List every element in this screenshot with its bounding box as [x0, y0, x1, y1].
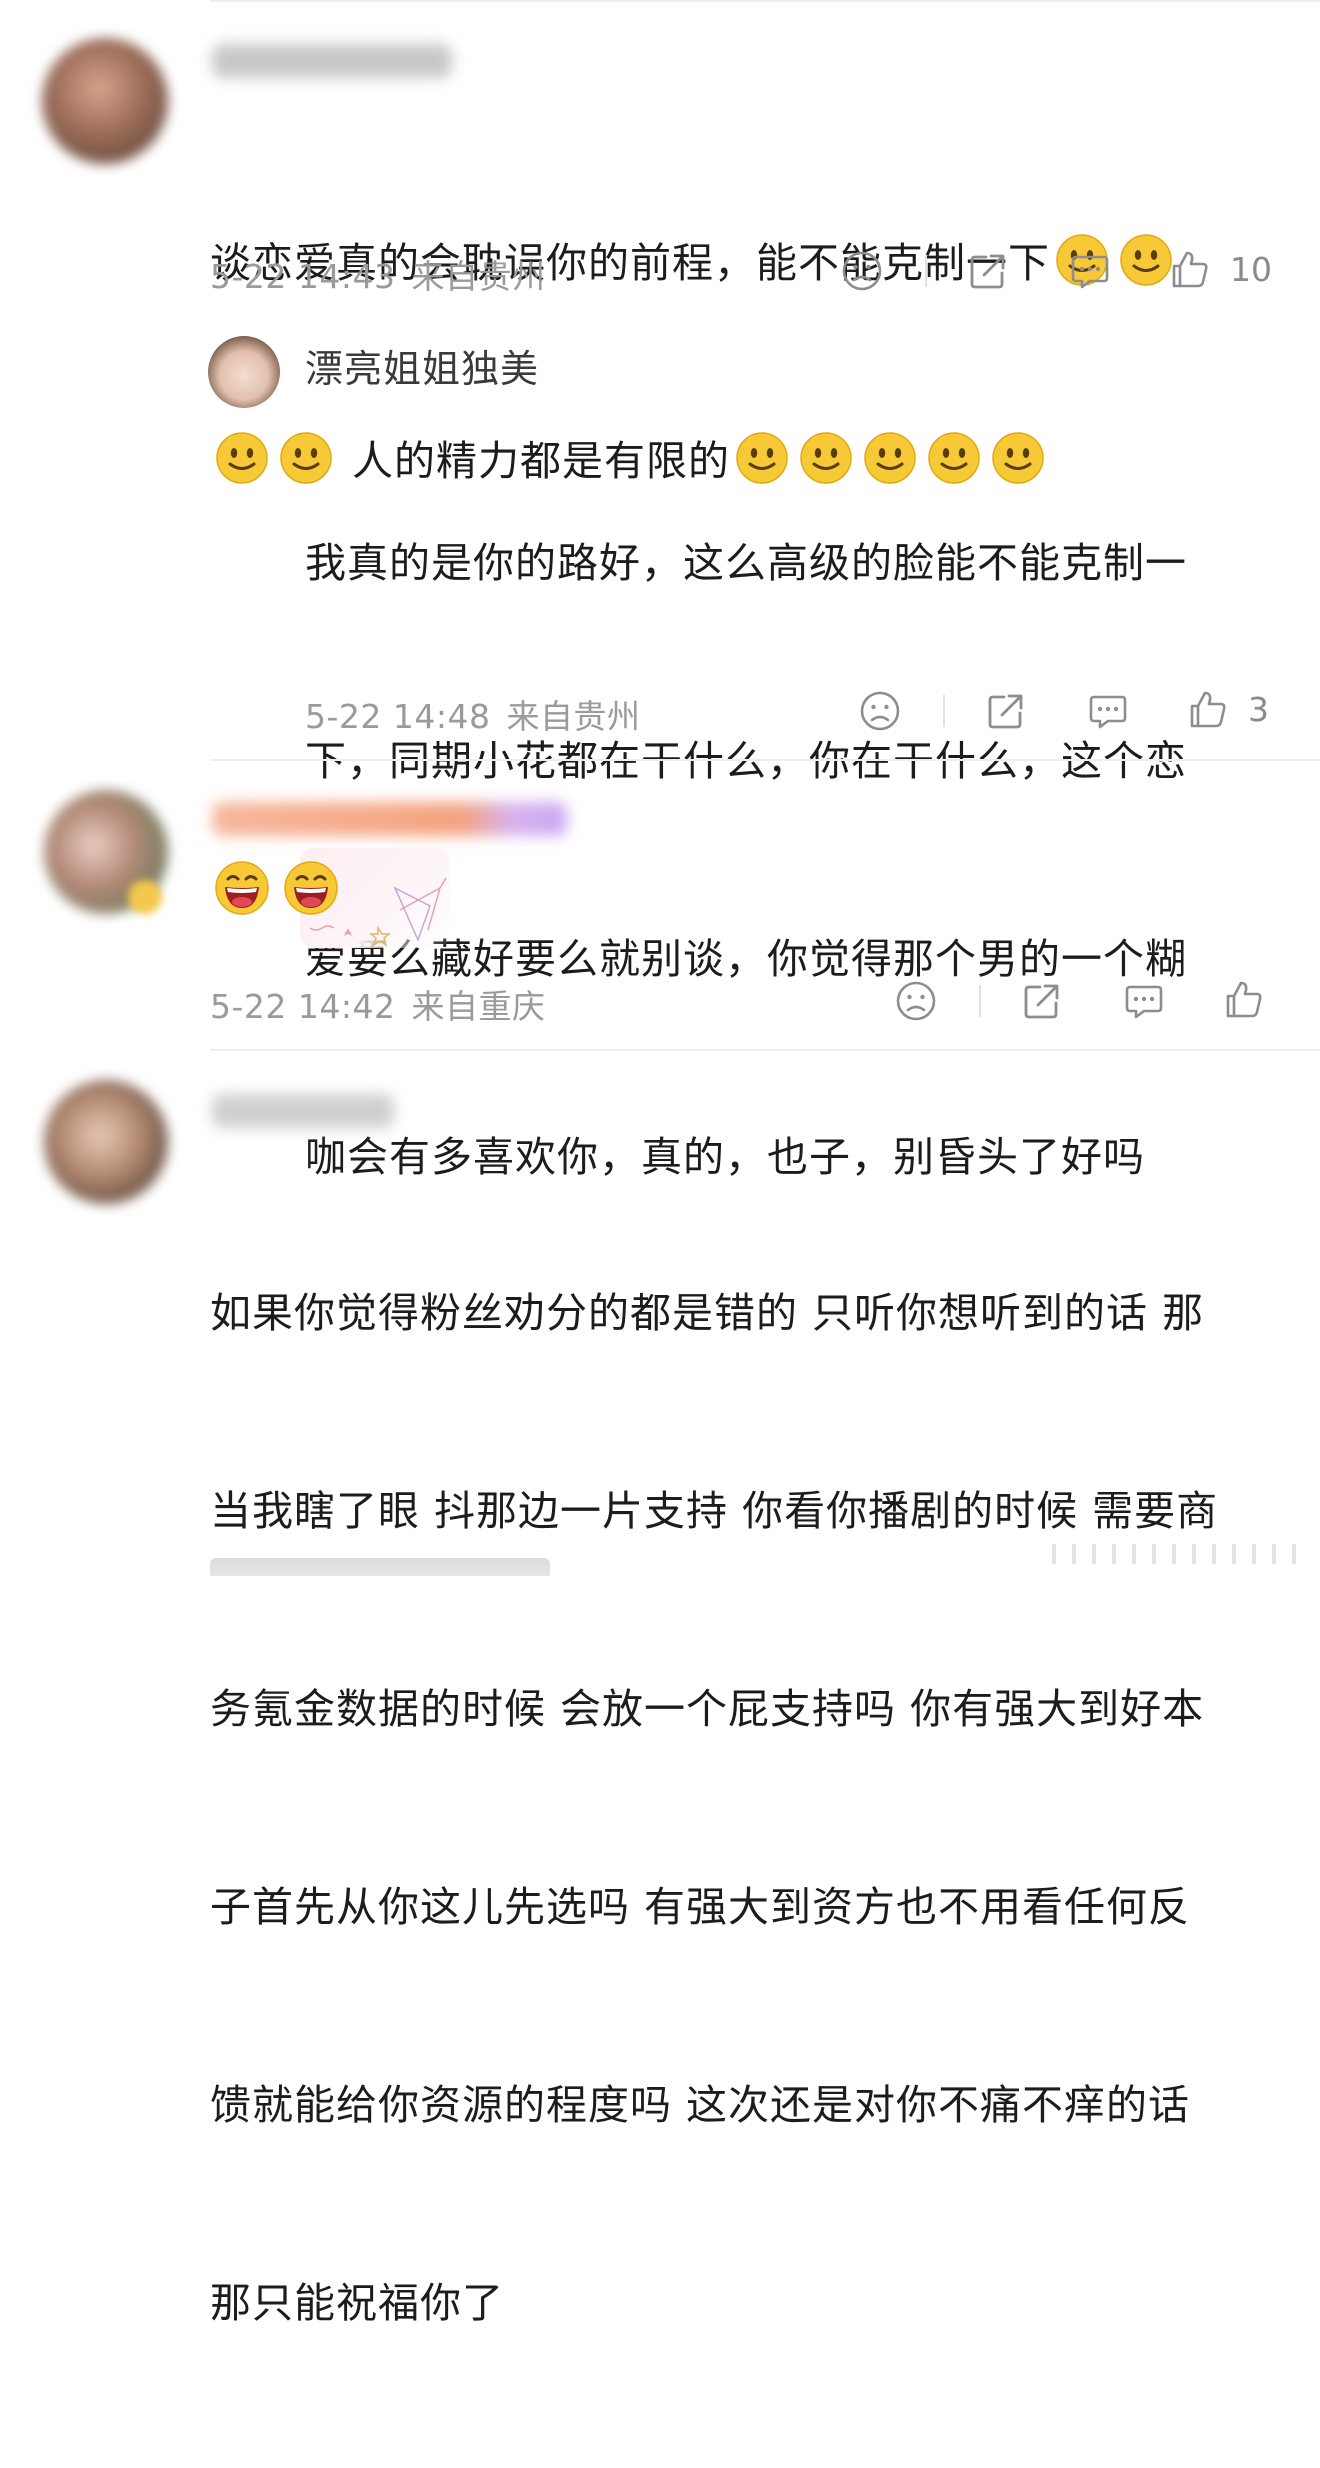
comment-meta: 5-22 14:42 来自重庆	[210, 980, 546, 1028]
like-thumb-icon[interactable]	[1186, 687, 1230, 731]
comment-icon[interactable]	[1122, 979, 1166, 1023]
comment-text: 如果你觉得粉丝劝分的都是错的 只听你想听到的话 那 当我瞎了眼 抖那边一片支持 …	[210, 1148, 1300, 2468]
like-thumb-icon[interactable]	[1222, 977, 1266, 1021]
share-icon[interactable]	[966, 249, 1010, 293]
laugh-emoji-icon	[214, 860, 270, 916]
reply-line: 我真的是你的路好，这么高级的脸能不能克制一	[305, 539, 1187, 587]
dislike-face-icon[interactable]	[894, 979, 938, 1023]
blurred-username[interactable]	[212, 44, 452, 78]
blurred-username[interactable]	[212, 802, 567, 836]
timestamp: 5-22 14:48	[305, 697, 491, 736]
timestamp: 5-22 14:42	[210, 987, 396, 1026]
avatar[interactable]	[44, 1080, 168, 1204]
timestamp: 5-22 14:43	[210, 257, 396, 296]
comment-icon[interactable]	[1068, 249, 1112, 293]
comment-meta: 5-22 14:43 来自贵州	[210, 250, 546, 298]
location: 来自贵州	[506, 697, 641, 736]
comment-line: 馈就能给你资源的程度吗 这次还是对你不痛不痒的话	[210, 2081, 1191, 2129]
location: 来自重庆	[411, 987, 546, 1026]
action-separator	[979, 985, 981, 1017]
location: 来自贵州	[411, 257, 546, 296]
smile-emoji-icon	[215, 431, 269, 485]
reply-avatar[interactable]	[208, 336, 280, 408]
reply-meta: 5-22 14:48 来自贵州	[305, 690, 641, 738]
like-thumb-icon[interactable]	[1168, 247, 1212, 291]
comment-line: 当我瞎了眼 抖那边一片支持 你看你播剧的时候 需要商	[210, 1487, 1219, 1535]
vip-badge-icon	[128, 880, 162, 914]
share-icon[interactable]	[1020, 979, 1064, 1023]
like-count: 3	[1248, 690, 1269, 729]
avatar[interactable]	[42, 38, 168, 164]
comment-divider	[210, 1049, 1320, 1051]
comment-line: 如果你觉得粉丝劝分的都是错的 只听你想听到的话 那	[210, 1289, 1205, 1337]
comment-emojis	[214, 860, 347, 920]
comment-line: 务氪金数据的时候 会放一个屁支持吗 你有强大到好本	[210, 1685, 1205, 1733]
laugh-emoji-icon	[283, 860, 339, 916]
action-separator	[943, 695, 945, 727]
watermark-stripes	[1052, 1544, 1312, 1564]
like-count: 10	[1230, 250, 1272, 289]
action-separator	[925, 255, 927, 287]
comment-line: 那只能祝福你了	[210, 2279, 504, 2327]
blurred-username[interactable]	[212, 1094, 394, 1128]
top-divider	[210, 0, 1320, 2]
dislike-face-icon[interactable]	[858, 689, 902, 733]
reply-username[interactable]: 漂亮姐姐独美	[305, 338, 539, 393]
share-icon[interactable]	[984, 689, 1028, 733]
dislike-face-icon[interactable]	[840, 249, 884, 293]
comment-icon[interactable]	[1086, 689, 1130, 733]
comment-divider	[210, 759, 1320, 761]
smile-emoji-icon	[1119, 233, 1173, 287]
comment-line: 子首先从你这儿先选吗 有强大到资方也不用看任何反	[210, 1883, 1191, 1931]
